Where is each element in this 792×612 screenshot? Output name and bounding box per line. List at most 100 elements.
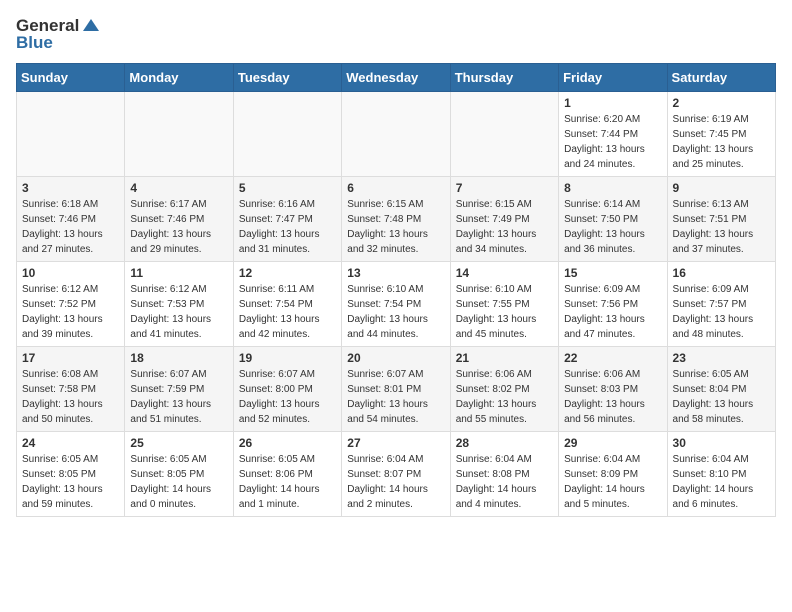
week-row-1: 3 Sunrise: 6:18 AM Sunset: 7:46 PM Daylig… — [17, 177, 776, 262]
day-info: Sunrise: 6:10 AM Sunset: 7:54 PM Dayligh… — [347, 282, 444, 342]
day-info: Sunrise: 6:06 AM Sunset: 8:03 PM Dayligh… — [564, 367, 661, 427]
weekday-header-monday: Monday — [125, 64, 233, 92]
week-row-2: 10 Sunrise: 6:12 AM Sunset: 7:52 PM Dayli… — [17, 262, 776, 347]
day-number: 26 — [239, 436, 336, 450]
day-number: 3 — [22, 181, 119, 195]
header: General Blue — [16, 16, 776, 53]
day-number: 22 — [564, 351, 661, 365]
weekday-header-wednesday: Wednesday — [342, 64, 450, 92]
calendar-cell — [17, 92, 125, 177]
calendar-cell: 16 Sunrise: 6:09 AM Sunset: 7:57 PM Dayli… — [667, 262, 775, 347]
day-number: 2 — [673, 96, 770, 110]
day-number: 1 — [564, 96, 661, 110]
day-info: Sunrise: 6:12 AM Sunset: 7:52 PM Dayligh… — [22, 282, 119, 342]
calendar-cell: 19 Sunrise: 6:07 AM Sunset: 8:00 PM Dayli… — [233, 347, 341, 432]
calendar-cell: 29Sunrise: 6:04 AM Sunset: 8:09 PM Dayli… — [559, 432, 667, 517]
weekday-header-friday: Friday — [559, 64, 667, 92]
calendar-cell: 15 Sunrise: 6:09 AM Sunset: 7:56 PM Dayli… — [559, 262, 667, 347]
calendar-cell: 28 Sunrise: 6:04 AM Sunset: 8:08 PM Dayli… — [450, 432, 558, 517]
logo-blue: Blue — [16, 33, 101, 53]
day-number: 16 — [673, 266, 770, 280]
day-number: 28 — [456, 436, 553, 450]
weekday-header-row: SundayMondayTuesdayWednesdayThursdayFrid… — [17, 64, 776, 92]
calendar-cell: 25 Sunrise: 6:05 AM Sunset: 8:05 PM Dayli… — [125, 432, 233, 517]
day-number: 17 — [22, 351, 119, 365]
week-row-4: 24 Sunrise: 6:05 AM Sunset: 8:05 PM Dayli… — [17, 432, 776, 517]
week-row-0: 1 Sunrise: 6:20 AM Sunset: 7:44 PM Daylig… — [17, 92, 776, 177]
weekday-header-thursday: Thursday — [450, 64, 558, 92]
day-info: Sunrise: 6:14 AM Sunset: 7:50 PM Dayligh… — [564, 197, 661, 257]
day-info: Sunrise: 6:20 AM Sunset: 7:44 PM Dayligh… — [564, 112, 661, 172]
day-info: Sunrise: 6:13 AM Sunset: 7:51 PM Dayligh… — [673, 197, 770, 257]
day-info: Sunrise: 6:18 AM Sunset: 7:46 PM Dayligh… — [22, 197, 119, 257]
calendar-cell: 30 Sunrise: 6:04 AM Sunset: 8:10 PM Dayli… — [667, 432, 775, 517]
day-number: 25 — [130, 436, 227, 450]
day-info: Sunrise: 6:09 AM Sunset: 7:57 PM Dayligh… — [673, 282, 770, 342]
day-number: 15 — [564, 266, 661, 280]
calendar-cell — [125, 92, 233, 177]
calendar-cell — [450, 92, 558, 177]
calendar-cell — [233, 92, 341, 177]
weekday-header-saturday: Saturday — [667, 64, 775, 92]
day-number: 27 — [347, 436, 444, 450]
day-info: Sunrise: 6:04 AM Sunset: 8:10 PM Dayligh… — [673, 452, 770, 512]
day-info: Sunrise: 6:19 AM Sunset: 7:45 PM Dayligh… — [673, 112, 770, 172]
day-number: 10 — [22, 266, 119, 280]
day-info: Sunrise: 6:10 AM Sunset: 7:55 PM Dayligh… — [456, 282, 553, 342]
day-info: Sunrise: 6:12 AM Sunset: 7:53 PM Dayligh… — [130, 282, 227, 342]
day-info: Sunrise: 6:05 AM Sunset: 8:05 PM Dayligh… — [22, 452, 119, 512]
day-info: Sunrise: 6:08 AM Sunset: 7:58 PM Dayligh… — [22, 367, 119, 427]
calendar-cell: 3 Sunrise: 6:18 AM Sunset: 7:46 PM Daylig… — [17, 177, 125, 262]
logo-text-block: General Blue — [16, 16, 101, 53]
day-info: Sunrise: 6:09 AM Sunset: 7:56 PM Dayligh… — [564, 282, 661, 342]
day-info: Sunrise: 6:04 AM Sunset: 8:07 PM Dayligh… — [347, 452, 444, 512]
day-info: Sunrise: 6:04 AM Sunset: 8:08 PM Dayligh… — [456, 452, 553, 512]
day-number: 5 — [239, 181, 336, 195]
day-number: 8 — [564, 181, 661, 195]
calendar-cell: 9 Sunrise: 6:13 AM Sunset: 7:51 PM Daylig… — [667, 177, 775, 262]
day-number: 21 — [456, 351, 553, 365]
calendar-cell — [342, 92, 450, 177]
calendar-cell: 6 Sunrise: 6:15 AM Sunset: 7:48 PM Daylig… — [342, 177, 450, 262]
day-number: 9 — [673, 181, 770, 195]
day-info: Sunrise: 6:04 AM Sunset: 8:09 PM Dayligh… — [564, 452, 661, 512]
calendar-cell: 1 Sunrise: 6:20 AM Sunset: 7:44 PM Daylig… — [559, 92, 667, 177]
calendar-cell: 13 Sunrise: 6:10 AM Sunset: 7:54 PM Dayli… — [342, 262, 450, 347]
day-number: 13 — [347, 266, 444, 280]
day-info: Sunrise: 6:07 AM Sunset: 8:01 PM Dayligh… — [347, 367, 444, 427]
calendar-cell: 5 Sunrise: 6:16 AM Sunset: 7:47 PM Daylig… — [233, 177, 341, 262]
calendar-cell: 14Sunrise: 6:10 AM Sunset: 7:55 PM Dayli… — [450, 262, 558, 347]
calendar-cell: 12Sunrise: 6:11 AM Sunset: 7:54 PM Dayli… — [233, 262, 341, 347]
day-number: 7 — [456, 181, 553, 195]
day-info: Sunrise: 6:15 AM Sunset: 7:48 PM Dayligh… — [347, 197, 444, 257]
day-number: 20 — [347, 351, 444, 365]
weekday-header-sunday: Sunday — [17, 64, 125, 92]
day-info: Sunrise: 6:05 AM Sunset: 8:06 PM Dayligh… — [239, 452, 336, 512]
calendar-cell: 11 Sunrise: 6:12 AM Sunset: 7:53 PM Dayli… — [125, 262, 233, 347]
page: General Blue SundayMondayTuesdayWednesda… — [0, 0, 792, 527]
day-number: 30 — [673, 436, 770, 450]
calendar-cell: 21 Sunrise: 6:06 AM Sunset: 8:02 PM Dayli… — [450, 347, 558, 432]
calendar-cell: 17 Sunrise: 6:08 AM Sunset: 7:58 PM Dayli… — [17, 347, 125, 432]
day-info: Sunrise: 6:17 AM Sunset: 7:46 PM Dayligh… — [130, 197, 227, 257]
day-number: 19 — [239, 351, 336, 365]
calendar-cell: 8 Sunrise: 6:14 AM Sunset: 7:50 PM Daylig… — [559, 177, 667, 262]
day-info: Sunrise: 6:06 AM Sunset: 8:02 PM Dayligh… — [456, 367, 553, 427]
day-info: Sunrise: 6:07 AM Sunset: 8:00 PM Dayligh… — [239, 367, 336, 427]
day-info: Sunrise: 6:15 AM Sunset: 7:49 PM Dayligh… — [456, 197, 553, 257]
day-info: Sunrise: 6:05 AM Sunset: 8:05 PM Dayligh… — [130, 452, 227, 512]
calendar-cell: 26 Sunrise: 6:05 AM Sunset: 8:06 PM Dayli… — [233, 432, 341, 517]
calendar-cell: 23Sunrise: 6:05 AM Sunset: 8:04 PM Dayli… — [667, 347, 775, 432]
calendar-cell: 7 Sunrise: 6:15 AM Sunset: 7:49 PM Daylig… — [450, 177, 558, 262]
logo: General Blue — [16, 16, 101, 53]
day-info: Sunrise: 6:16 AM Sunset: 7:47 PM Dayligh… — [239, 197, 336, 257]
day-number: 24 — [22, 436, 119, 450]
calendar-cell: 4Sunrise: 6:17 AM Sunset: 7:46 PM Daylig… — [125, 177, 233, 262]
week-row-3: 17 Sunrise: 6:08 AM Sunset: 7:58 PM Dayli… — [17, 347, 776, 432]
calendar-table: SundayMondayTuesdayWednesdayThursdayFrid… — [16, 63, 776, 517]
day-number: 12 — [239, 266, 336, 280]
day-number: 6 — [347, 181, 444, 195]
weekday-header-tuesday: Tuesday — [233, 64, 341, 92]
day-number: 11 — [130, 266, 227, 280]
calendar-cell: 18Sunrise: 6:07 AM Sunset: 7:59 PM Dayli… — [125, 347, 233, 432]
